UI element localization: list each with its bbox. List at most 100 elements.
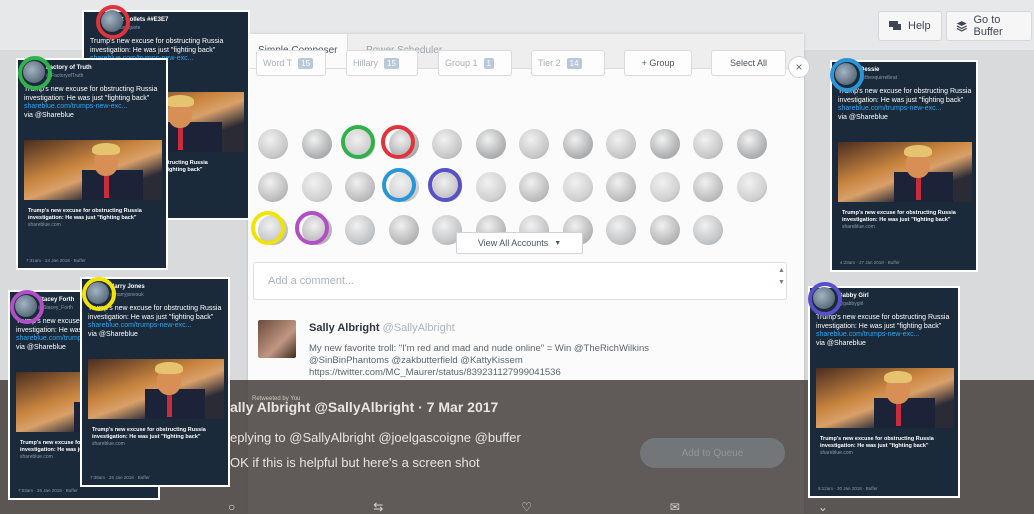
account-avatar[interactable] <box>562 129 593 159</box>
account-avatar[interactable] <box>606 129 636 159</box>
help-label: Help <box>908 20 931 32</box>
tweet-card: Dessie @thesquirrelbrat Trump's new excuse… <box>830 60 978 272</box>
account-avatar[interactable] <box>345 172 375 202</box>
account-avatar[interactable] <box>258 172 288 202</box>
view-all-accounts-button[interactable]: View All Accounts ▼ <box>456 232 583 254</box>
card-text-body: Trump's new excuse for obstructing Russi… <box>838 88 972 104</box>
card-meta: 5:12am · 30 Jan 2018 · Buffer <box>818 486 878 491</box>
card-meta: 7:38am · 26 Jan 2018 · Buffer <box>90 475 150 480</box>
account-avatar[interactable] <box>693 215 723 245</box>
card-image-hair <box>904 145 932 157</box>
card-image-tie <box>178 128 183 150</box>
tweet-author-name: Sally Albright <box>309 322 380 334</box>
add-group-button[interactable]: + Group <box>624 50 692 76</box>
card-source: shareblue.com <box>28 222 61 228</box>
card-text-body: Trump's new excuse for obstructing Russi… <box>816 314 950 330</box>
group-label: Group 1 <box>445 58 478 68</box>
close-button[interactable]: × <box>788 56 810 78</box>
add-to-queue-button[interactable]: Add to Queue <box>640 438 785 468</box>
chat-icon <box>889 21 901 30</box>
account-avatar[interactable] <box>736 172 767 202</box>
account-avatar[interactable] <box>432 129 462 159</box>
card-text-body: Trump's new excuse for obstructing Russi… <box>90 38 224 54</box>
group-button-word[interactable]: Word T 15 <box>256 50 326 76</box>
help-button[interactable]: Help <box>878 11 942 41</box>
card-text: Trump's new excuse for obstructing Russi… <box>88 305 224 339</box>
account-avatar[interactable] <box>693 129 723 159</box>
comment-input[interactable]: Add a comment... <box>253 262 787 300</box>
account-avatar[interactable] <box>649 215 680 245</box>
card-image-tie <box>167 395 172 417</box>
highlight-ring-purple <box>295 211 329 245</box>
card-highlight-ring-blue <box>830 58 864 92</box>
select-all-button[interactable]: Select All <box>711 50 786 76</box>
reply-icon[interactable]: ○ <box>228 500 235 514</box>
tweet-text: My new favorite troll: "I'm red and mad … <box>309 343 739 379</box>
account-avatar[interactable] <box>258 129 288 159</box>
card-image-hair <box>166 95 194 107</box>
highlight-ring-blue <box>382 168 416 202</box>
account-avatar[interactable] <box>519 172 549 202</box>
card-image-tie <box>916 178 921 200</box>
group-count: 1 <box>483 57 494 69</box>
card-via: via @Shareblue <box>24 111 74 119</box>
card-text: Trump's new excuse for obstructing Russi… <box>816 314 954 348</box>
account-avatar[interactable] <box>562 172 593 202</box>
account-avatar[interactable] <box>606 172 636 202</box>
card-link[interactable]: shareblue.com/trumps-new-exc... <box>88 322 191 329</box>
account-avatar[interactable] <box>519 129 549 159</box>
account-avatar[interactable] <box>475 172 506 202</box>
account-avatar[interactable] <box>736 129 767 159</box>
card-highlight-ring-purple <box>10 290 44 324</box>
highlight-ring-red <box>381 125 415 159</box>
group-count: 14 <box>566 57 582 69</box>
tweet-card: Gabby Girl @gabbygirl Trump's new excuse f… <box>808 286 960 498</box>
account-avatar[interactable] <box>649 129 680 159</box>
card-source: shareblue.com <box>820 450 853 456</box>
group-button-hillary[interactable]: Hillary 15 <box>346 50 418 76</box>
card-image-hair <box>155 362 183 374</box>
group-button-group-1[interactable]: Group 1 1 <box>438 50 512 76</box>
tweet-author-handle: @SallyAlbright <box>382 322 455 334</box>
card-via: via @Shareblue <box>838 113 888 121</box>
group-label: Hillary <box>353 58 379 68</box>
card-source: shareblue.com <box>20 454 53 460</box>
card-highlight-ring-green <box>18 56 52 90</box>
go-to-buffer-button[interactable]: Go to Buffer <box>946 11 1032 41</box>
card-link[interactable]: shareblue.com/trumps-new-exc... <box>24 103 127 110</box>
like-icon[interactable]: ♡ <box>521 500 532 514</box>
comment-scroll-arrows[interactable]: ▲ ▼ <box>778 265 785 289</box>
account-avatar[interactable] <box>475 129 506 159</box>
tweet-author: Sally Albright @SallyAlbright <box>309 322 455 334</box>
card-meta: 7:03am · 26 Jan 2018 · Buffer <box>18 488 78 493</box>
tweet-card: Factory of Truth @FactoryofTruth Trump's n… <box>16 58 168 270</box>
account-avatar[interactable] <box>301 129 332 159</box>
card-highlight-ring-yellow <box>82 277 116 311</box>
card-source: shareblue.com <box>842 224 875 230</box>
group-count: 15 <box>298 57 314 69</box>
card-link[interactable]: shareblue.com/trumps-new-exc... <box>816 331 919 338</box>
message-icon[interactable]: ✉ <box>670 500 680 514</box>
tweet-actions: ○ ⇆ ♡ ✉ ⌄ <box>228 500 828 514</box>
card-meta: 7:31am · 24 Jan 2018 · Buffer <box>26 258 86 263</box>
card-author-handle: @gabbygirl <box>838 301 864 307</box>
account-avatar[interactable] <box>693 172 723 202</box>
card-highlight-ring-indigo <box>808 282 842 316</box>
card-image-tie <box>896 404 901 426</box>
card-text: Trump's new excuse for obstructing Russi… <box>24 86 162 120</box>
account-avatar[interactable] <box>388 215 419 245</box>
group-button-tier-2[interactable]: Tier 2 14 <box>531 50 605 76</box>
more-icon[interactable]: ⌄ <box>818 500 828 514</box>
card-link[interactable]: shareblue.com/trumps-new-exc... <box>838 105 941 112</box>
account-avatar[interactable] <box>606 215 636 245</box>
background-tweet-reply: eplying to @SallyAlbright @joelgascoigne… <box>230 430 521 445</box>
account-avatar[interactable] <box>345 215 375 245</box>
card-caption: Trump's new excuse for obstructing Russi… <box>842 210 956 223</box>
card-author-name: Factory of Truth <box>46 65 92 71</box>
account-avatar[interactable] <box>649 172 680 202</box>
retweet-icon[interactable]: ⇆ <box>373 500 383 514</box>
card-text: Trump's new excuse for obstructing Russi… <box>838 88 972 122</box>
card-caption: Trump's new excuse for obstructing Russi… <box>28 208 142 221</box>
account-avatar[interactable] <box>301 172 332 202</box>
retweeted-label: Retweeted by You <box>252 396 301 402</box>
